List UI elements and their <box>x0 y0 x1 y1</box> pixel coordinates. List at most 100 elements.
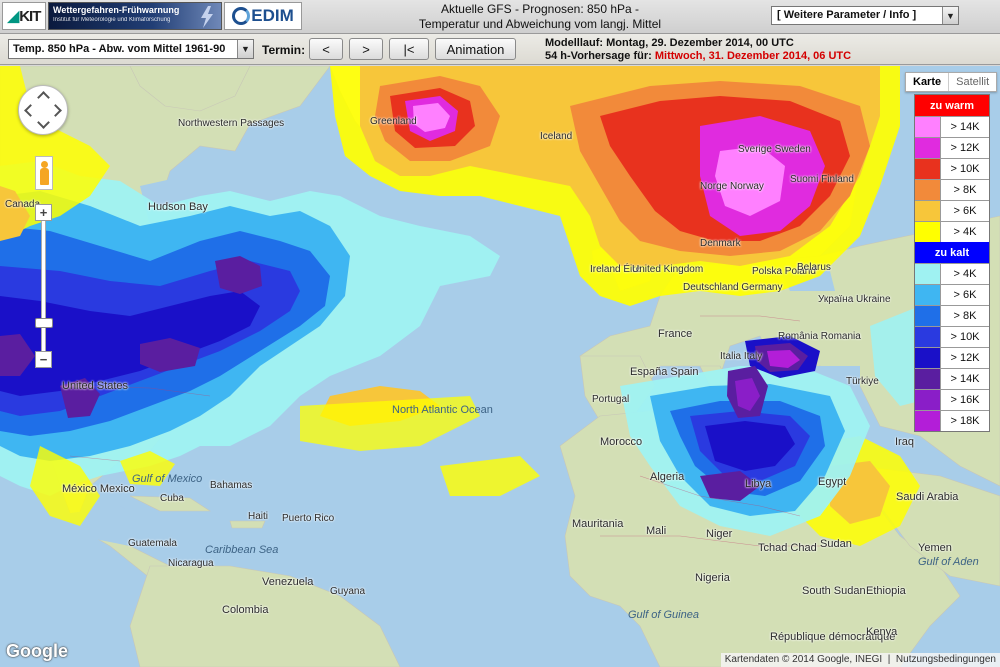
label-turkey: Türkiye <box>846 376 879 387</box>
legend-swatch <box>915 411 941 431</box>
label-drc: République démocratique <box>770 631 896 643</box>
pan-left-icon[interactable] <box>24 104 37 117</box>
field-select[interactable]: Temp. 850 hPa - Abw. vom Mittel 1961-90 … <box>8 39 254 59</box>
label-cuba: Cuba <box>160 493 184 504</box>
pan-right-icon[interactable] <box>49 104 62 117</box>
street-view-pegman-icon[interactable] <box>35 156 53 190</box>
google-logo[interactable]: Google <box>6 641 68 662</box>
chevron-down-icon[interactable]: ▼ <box>942 7 958 24</box>
label-northwestern-passages: Northwestern Passages <box>178 118 285 129</box>
label-nigeria: Nigeria <box>695 572 730 584</box>
legend-swatch <box>915 180 941 200</box>
label-gulf-of-mexico: Gulf of Mexico <box>132 473 203 485</box>
legend-swatch <box>915 306 941 326</box>
label-united-states: United States <box>62 380 129 392</box>
label-morocco: Morocco <box>600 436 643 448</box>
legend-swatch <box>915 222 941 242</box>
legend-label: > 8K <box>953 310 977 322</box>
legend-label: > 10K <box>950 163 980 175</box>
legend-row-warm-4: > 6K <box>915 200 989 221</box>
legend-row-cold-6: > 16K <box>915 389 989 410</box>
legend-label: > 6K <box>953 205 977 217</box>
legend-row-warm-0: > 14K <box>915 116 989 137</box>
label-caribbean-sea: Caribbean Sea <box>205 544 279 556</box>
label-libya: Libya <box>745 478 772 490</box>
label-haiti: Haiti <box>248 511 269 522</box>
legend-row-warm-2: > 10K <box>915 158 989 179</box>
label-finland: Suomi Finland <box>790 174 854 185</box>
pan-up-icon[interactable] <box>37 91 50 104</box>
legend-label: > 18K <box>950 415 980 427</box>
label-hudson-bay: Hudson Bay <box>148 201 208 213</box>
cedim-logo[interactable]: EDIM <box>224 2 302 30</box>
field-select-value: Temp. 850 hPa - Abw. vom Mittel 1961-90 <box>13 43 226 55</box>
legend-swatch <box>915 390 941 410</box>
first-step-button[interactable]: |< <box>389 38 429 60</box>
legend-swatch <box>915 159 941 179</box>
next-step-button[interactable]: > <box>349 38 383 60</box>
chevron-down-icon[interactable]: ▼ <box>237 40 253 58</box>
toolbar: Temp. 850 hPa - Abw. vom Mittel 1961-90 … <box>0 34 1000 65</box>
parameter-info-select[interactable]: [ Weitere Parameter / Info ] ▼ <box>771 6 959 25</box>
zoom-out-button[interactable]: − <box>35 351 52 368</box>
previous-step-button[interactable]: < <box>309 38 343 60</box>
kit-logo[interactable]: ◢ KIT <box>2 2 46 30</box>
legend-label: > 12K <box>950 352 980 364</box>
zoom-slider-track[interactable] <box>41 204 46 364</box>
map-canvas[interactable] <box>0 66 1000 667</box>
label-guatemala: Guatemala <box>128 538 177 549</box>
wettergefahren-banner[interactable]: Wettergefahren-Frühwarnung Institut für … <box>48 2 222 30</box>
map-type-karte-button[interactable]: Karte <box>906 73 950 91</box>
legend-swatch <box>915 117 941 137</box>
zoom-in-button[interactable]: + <box>35 204 52 221</box>
legend-row-cold-7: > 18K <box>915 410 989 431</box>
label-saudi-arabia: Saudi Arabia <box>896 491 959 503</box>
legend-row-warm-5: > 4K <box>915 221 989 242</box>
label-algeria: Algeria <box>650 471 685 483</box>
legend-label: > 4K <box>953 226 977 238</box>
forecast-label: 54 h-Vorhersage für: <box>545 50 652 62</box>
legend-cold-rows: > 4K > 6K > 8K > 10K > 12K > 14K > 16K > 18K <box>915 263 989 431</box>
label-bahamas: Bahamas <box>210 480 253 491</box>
legend-label: > 14K <box>950 121 980 133</box>
label-puerto-rico: Puerto Rico <box>282 513 335 524</box>
attribution-text: Kartendaten © 2014 Google, INEGI <box>724 654 883 665</box>
label-niger: Niger <box>706 528 733 540</box>
label-ukraine: Україна Ukraine <box>818 294 891 305</box>
terms-link[interactable]: Nutzungsbedingungen <box>896 654 996 665</box>
legend-row-warm-3: > 8K <box>915 179 989 200</box>
label-poland: Polska Poland <box>752 266 816 277</box>
kit-logo-text: KIT <box>19 7 41 25</box>
lightning-icon <box>201 6 213 28</box>
map-attribution: Kartendaten © 2014 Google, INEGI | Nutzu… <box>720 653 1000 667</box>
label-sudan: Sudan <box>820 538 852 550</box>
hispaniola-land <box>229 520 266 529</box>
legend-swatch <box>915 348 941 368</box>
cedim-ring-icon <box>232 7 251 25</box>
pan-down-icon[interactable] <box>37 116 50 129</box>
label-iraq: Iraq <box>895 436 914 448</box>
label-ireland: Ireland Éire <box>590 264 642 275</box>
legend-row-warm-1: > 12K <box>915 137 989 158</box>
legend-row-cold-0: > 4K <box>915 263 989 284</box>
forecast-map[interactable]: Northwestern Passages Hudson Bay Canada … <box>0 66 1000 667</box>
label-romania: România Romania <box>778 331 861 342</box>
label-portugal: Portugal <box>592 394 630 405</box>
legend-row-cold-2: > 8K <box>915 305 989 326</box>
legend-label: > 6K <box>953 289 977 301</box>
legend-label: > 16K <box>950 394 980 406</box>
legend-label: > 8K <box>953 184 977 196</box>
label-guyana: Guyana <box>330 586 366 597</box>
zoom-slider-handle[interactable] <box>35 318 53 328</box>
label-spain: España Spain <box>630 366 699 378</box>
map-type-satellit-button[interactable]: Satellit <box>949 73 996 91</box>
label-kenya: Kenya <box>866 626 898 638</box>
label-denmark: Denmark <box>700 238 741 249</box>
label-france: France <box>658 328 693 340</box>
label-egypt: Egypt <box>818 476 847 488</box>
label-nicaragua: Nicaragua <box>168 558 214 569</box>
animation-button[interactable]: Animation <box>435 38 516 60</box>
pan-control[interactable] <box>18 85 68 135</box>
legend-row-cold-4: > 12K <box>915 347 989 368</box>
legend-cold-title: zu kalt <box>915 242 989 263</box>
